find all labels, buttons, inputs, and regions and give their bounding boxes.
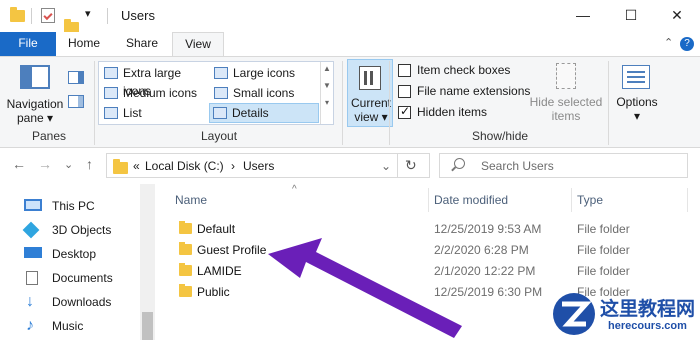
watermark: 这里教程网 herecours.com <box>548 288 700 340</box>
watermark-logo-icon <box>553 293 595 335</box>
watermark-url: herecours.com <box>608 320 687 332</box>
watermark-title: 这里教程网 <box>600 298 696 320</box>
arrow-shape <box>268 238 462 338</box>
